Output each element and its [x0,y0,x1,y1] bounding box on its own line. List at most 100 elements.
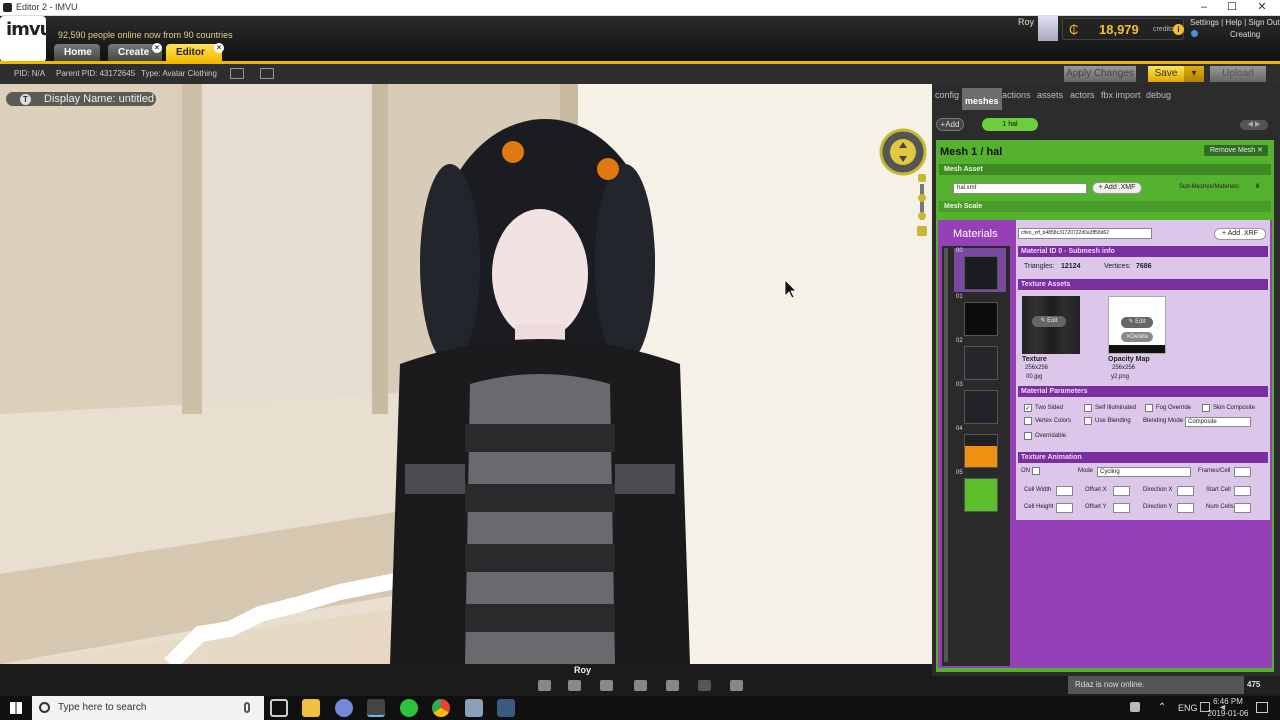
material-thumb[interactable] [964,256,998,290]
materials-panel: Materials 00 01 02 03 04 05 chkn_xrf_b48… [938,220,1272,668]
add-xrf-button[interactable]: + Add .XRF [1214,228,1266,240]
home-icon[interactable] [666,680,679,691]
info-icon[interactable]: i [1173,24,1184,35]
camera-icon[interactable] [730,680,743,691]
mesh-select[interactable]: hal.xmf [953,183,1087,194]
direction-y-input[interactable] [1177,503,1194,513]
edit-texture-button[interactable]: ✎ Edit [1032,316,1066,327]
add-xmf-button[interactable]: + Add .XMF [1092,182,1142,194]
upload-button[interactable]: Upload [1210,66,1266,82]
tab-home[interactable]: Home [54,44,100,62]
display-name-label[interactable]: T Display Name: untitled [6,92,156,106]
close-tab-icon[interactable]: × [152,43,162,53]
cell-height-input[interactable] [1056,503,1073,513]
delete-opacity-button[interactable]: ✕Delete [1121,332,1153,342]
material-list-scrollbar[interactable] [944,248,948,662]
maximize-button[interactable]: ☐ [1218,0,1246,16]
folder-icon[interactable] [260,68,274,79]
delete-opacity-label: Delete [1130,334,1149,340]
shirt-icon[interactable] [568,680,581,691]
tab-config[interactable]: config [935,90,959,110]
tab-actions[interactable]: actions [1002,90,1031,110]
tab-meshes[interactable]: meshes [962,88,1002,110]
camera-navigation-control[interactable] [876,128,930,238]
action-icon[interactable] [634,680,647,691]
file-explorer-icon[interactable] [302,699,320,717]
material-thumb[interactable] [964,302,998,336]
notification-count[interactable]: 475 [1244,676,1280,694]
mesh-nav-arrows[interactable]: ◀ ▶ [1240,120,1268,130]
texture-thumb[interactable]: ✎ Edit [1022,296,1080,354]
material-thumb[interactable] [964,478,998,512]
anim-mode-select[interactable]: Cycling [1097,467,1191,477]
tab-fbx-import[interactable]: fbx import [1101,90,1141,110]
offset-y-input[interactable] [1113,503,1130,513]
taskbar-search-input[interactable]: Type here to search [32,696,264,720]
chrome-icon[interactable] [432,699,450,717]
status-icon [1191,30,1198,37]
edit-opacity-button[interactable]: ✎ Edit [1121,317,1153,328]
cell-width-input[interactable] [1056,486,1073,496]
two-sided-checkbox[interactable]: ✓ [1024,404,1032,412]
direction-y-label: Direction Y [1143,504,1173,510]
anim-on-checkbox[interactable] [1032,467,1040,475]
self-illuminated-checkbox[interactable] [1084,404,1092,412]
start-cell-input[interactable] [1234,486,1251,496]
chat-icon[interactable] [538,680,551,691]
share-icon[interactable] [698,680,711,691]
frames-per-cell-input[interactable] [1234,467,1251,477]
avatar[interactable] [1038,16,1058,41]
notification-toast[interactable]: Rdaz is now online. [1068,676,1244,694]
fog-override-checkbox[interactable] [1145,404,1153,412]
imvu-logo[interactable]: imvu [0,16,52,62]
account-links[interactable]: Settings | Help | Sign Out [1190,18,1280,27]
offset-x-input[interactable] [1113,486,1130,496]
close-tab-icon[interactable]: × [214,43,224,53]
vertex-colors-checkbox[interactable] [1024,417,1032,425]
app-terminal-icon[interactable] [497,699,515,717]
direction-x-input[interactable] [1177,486,1194,496]
overridable-checkbox[interactable] [1024,432,1032,440]
clock-time[interactable]: 6:46 PM [1208,697,1248,706]
pose-icon[interactable] [600,680,613,691]
status-text[interactable]: Creating [1230,30,1260,39]
vertex-colors-label: Vertex Colors [1035,418,1072,424]
material-thumb[interactable] [964,434,998,468]
material-thumb[interactable] [964,390,998,424]
add-mesh-button[interactable]: +Add [936,118,964,131]
clock-date[interactable]: 2019-01-06 [1200,709,1256,718]
material-id: 02 [956,338,963,344]
microphone-icon[interactable] [244,702,250,713]
remove-mesh-button[interactable]: Remove Mesh ✕ [1204,145,1268,156]
close-button[interactable]: ✕ [1248,0,1276,16]
blending-mode-select[interactable]: Composite [1185,417,1251,427]
app-window-icon[interactable] [465,699,483,717]
material-thumb[interactable] [964,346,998,380]
credits-display[interactable]: ₵ 18,979 credits i [1062,18,1184,40]
material-select[interactable]: chkn_xrf_b4858c31720722d0a3ff58d62 [1018,228,1152,239]
tab-actors[interactable]: actors [1070,90,1095,110]
use-blending-checkbox[interactable] [1084,417,1092,425]
mesh-chip[interactable]: 1 hal [982,118,1038,131]
tab-assets[interactable]: assets [1037,90,1063,110]
network-icon[interactable] [1130,702,1140,712]
apply-changes-button[interactable]: Apply Changes [1064,66,1136,82]
chevron-up-icon[interactable]: ⌃ [1158,702,1166,713]
notification-center-icon[interactable] [1256,702,1268,713]
scene-viewport[interactable]: T Display Name: untitled [0,84,932,664]
save-dropdown-button[interactable]: ▾ [1184,66,1204,82]
imvu-taskbar-icon[interactable] [367,699,385,717]
line-icon[interactable] [400,699,418,717]
skin-composite-checkbox[interactable] [1202,404,1210,412]
save-button[interactable]: Save [1148,66,1184,82]
user-name[interactable]: Roy [1018,17,1034,27]
window-icon[interactable] [230,68,244,79]
opacity-map-thumb[interactable]: ✎ Edit ✕Delete [1108,296,1166,354]
language-indicator[interactable]: ENG [1178,703,1198,713]
tab-debug[interactable]: debug [1146,90,1171,110]
minimize-button[interactable]: – [1190,0,1218,16]
discord-icon[interactable] [335,699,353,717]
num-cells-input[interactable] [1234,503,1251,513]
task-view-icon[interactable] [270,699,288,717]
windows-start-icon[interactable] [10,702,22,714]
